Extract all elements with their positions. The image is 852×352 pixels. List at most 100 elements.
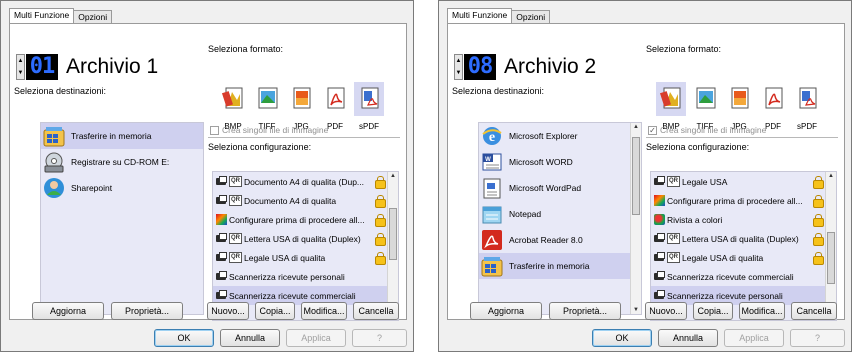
apply-button[interactable]: Applica [286,329,346,347]
destination-label: Trasferire in memoria [71,131,152,141]
format-option[interactable]: JPG [284,82,318,131]
archive-name: Archivio 1 [66,55,159,78]
destination-item[interactable]: Registrare su CD-ROM E: [41,149,203,175]
format-option[interactable]: BMP [654,82,688,131]
configuration-item[interactable]: Scannerizza ricevute personali [213,267,398,286]
edit-button[interactable]: Modifica... [739,302,785,320]
edit-button[interactable]: Modifica... [301,302,347,320]
configuration-item[interactable]: QR Legale USA di qualita [651,248,836,267]
scroll-thumb[interactable] [389,208,397,260]
refresh-button[interactable]: Aggiorna [32,302,104,320]
configuration-item[interactable]: QR Legale USA di qualita [213,248,398,267]
destination-item[interactable]: e Microsoft Explorer [479,123,641,149]
scroll-up-icon[interactable]: ▲ [388,173,398,179]
single-files-checkbox[interactable]: Crea singoli file di immagine [210,125,328,135]
checkbox-box[interactable] [210,125,219,135]
destination-label: Microsoft Explorer [509,131,578,141]
scroll-down-icon[interactable]: ▼ [631,307,641,313]
configuration-item[interactable]: Configurare prima di procedere all... [651,191,836,210]
configurations-list[interactable]: QR Documento A4 di qualita (Dup... QR Docum… [212,171,399,321]
format-option[interactable]: sPDF [352,82,386,131]
properties-button[interactable]: Proprietà... [549,302,621,320]
destination-item[interactable]: W Microsoft WORD [479,149,641,175]
destination-item[interactable]: Trasferire in memoria [41,123,203,149]
notepad-icon [481,203,503,225]
single-files-checkbox[interactable]: ✓ Crea singoli file di immagine [648,125,766,135]
tab-multi-funzione[interactable]: Multi Funzione [447,8,513,23]
configuration-label: Scannerizza ricevute personali [667,290,783,301]
format-option[interactable]: TIFF [688,82,722,131]
lock-icon [813,233,824,246]
ok-button[interactable]: OK [592,329,652,347]
archive-number-display: 08 [464,54,496,80]
format-option[interactable]: BMP [216,82,250,131]
delete-button[interactable]: Cancella [791,302,837,320]
spdf-icon[interactable] [792,82,822,116]
copy-button[interactable]: Copia... [693,302,733,320]
destinations-scrollbar[interactable]: ▲ ▼ [630,123,641,314]
counter-spinner[interactable]: ▲ ▼ [16,54,25,80]
pdf-icon[interactable] [320,82,350,116]
format-option[interactable]: PDF [756,82,790,131]
configuration-item[interactable]: Scannerizza ricevute commerciali [651,267,836,286]
bmp-icon[interactable] [218,82,248,116]
tab-opzioni[interactable]: Opzioni [73,10,113,23]
lock-icon [813,195,824,208]
ok-button[interactable]: OK [154,329,214,347]
scroll-thumb[interactable] [827,232,835,284]
refresh-button[interactable]: Aggiorna [470,302,542,320]
cancel-button[interactable]: Annulla [220,329,280,347]
lock-icon [375,252,386,265]
scroll-thumb[interactable] [632,137,640,215]
delete-button[interactable]: Cancella [353,302,399,320]
destination-item[interactable]: Sharepoint [41,175,203,201]
quality-badge-icon: QR [229,176,242,187]
configuration-item[interactable]: Configurare prima di procedere all... [213,210,398,229]
spdf-icon[interactable] [354,82,384,116]
destinations-list[interactable]: Trasferire in memoria Registrare su CD-RO… [40,122,204,315]
configurations-scrollbar[interactable]: ▲▼ [825,172,836,320]
cancel-button[interactable]: Annulla [658,329,718,347]
format-option[interactable]: PDF [318,82,352,131]
properties-button[interactable]: Proprietà... [111,302,183,320]
format-option[interactable]: TIFF [250,82,284,131]
configuration-item[interactable]: QR Documento A4 di qualita [213,191,398,210]
tab-opzioni[interactable]: Opzioni [511,10,551,23]
destinations-list[interactable]: e Microsoft Explorer W Microsoft WORD Micros… [478,122,642,315]
pdf-icon[interactable] [758,82,788,116]
jpg-icon[interactable] [286,82,316,116]
tiff-icon[interactable] [252,82,282,116]
destination-item[interactable]: Trasferire in memoria [479,253,641,279]
scroll-up-icon[interactable]: ▲ [631,124,641,130]
bmp-icon[interactable] [656,82,686,116]
configuration-label: Rivista a colori [667,214,723,225]
configurations-scrollbar[interactable]: ▲▼ [387,172,398,320]
help-button[interactable]: ? [352,329,407,347]
format-option[interactable]: JPG [722,82,756,131]
lock-icon [375,176,386,189]
configuration-item[interactable]: QR Lettera USA di qualita (Duplex) [651,229,836,248]
lock-icon [375,214,386,227]
counter-spinner[interactable]: ▲ ▼ [454,54,463,80]
checkbox-box[interactable]: ✓ [648,125,657,135]
quality-badge-icon: QR [229,195,242,206]
copy-button[interactable]: Copia... [255,302,295,320]
new-button[interactable]: Nuovo... [207,302,249,320]
tiff-icon[interactable] [690,82,720,116]
new-button[interactable]: Nuovo... [645,302,687,320]
help-button[interactable]: ? [790,329,845,347]
single-files-label: Crea singoli file di immagine [222,125,329,135]
configuration-item[interactable]: Rivista a colori [651,210,836,229]
scroll-up-icon[interactable]: ▲ [826,173,836,179]
format-option[interactable]: sPDF [790,82,824,131]
destination-item[interactable]: Notepad [479,201,641,227]
jpg-icon[interactable] [724,82,754,116]
configuration-item[interactable]: QR Documento A4 di qualita (Dup... [213,172,398,191]
destination-item[interactable]: Microsoft WordPad [479,175,641,201]
configuration-item[interactable]: QR Legale USA [651,172,836,191]
configurations-list[interactable]: QR Legale USA Configurare prima di procede… [650,171,837,321]
configuration-item[interactable]: QR Lettera USA di qualita (Duplex) [213,229,398,248]
apply-button[interactable]: Applica [724,329,784,347]
tab-multi-funzione[interactable]: Multi Funzione [9,8,75,23]
destination-item[interactable]: Acrobat Reader 8.0 [479,227,641,253]
